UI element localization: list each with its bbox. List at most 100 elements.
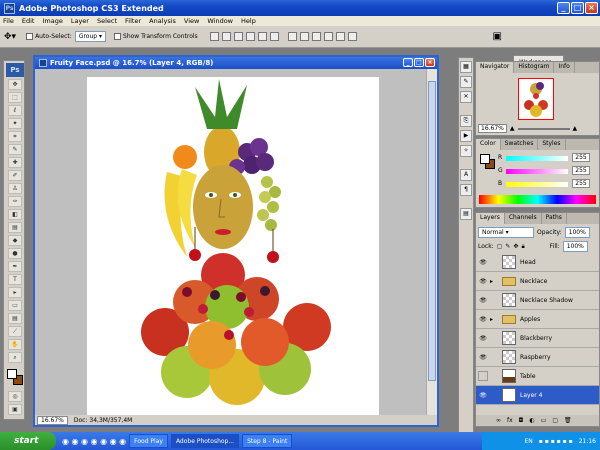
color-spectrum-bar[interactable] bbox=[479, 195, 596, 204]
lasso-tool-icon[interactable]: ℓ bbox=[8, 105, 22, 116]
canvas[interactable] bbox=[87, 77, 379, 417]
menu-select[interactable]: Select bbox=[97, 17, 117, 25]
menu-image[interactable]: Image bbox=[42, 17, 62, 25]
tab-histogram[interactable]: Histogram bbox=[514, 62, 555, 73]
history-panel-icon[interactable]: ⎘ bbox=[460, 115, 472, 127]
eye-icon[interactable]: 👁︎ bbox=[476, 278, 490, 285]
gradient-tool-icon[interactable]: ▤ bbox=[8, 222, 22, 233]
quicklaunch-icon[interactable]: ◉ ◉ ◉ ◉ ◉ ◉ ◉ bbox=[62, 437, 126, 446]
zoom-out-icon[interactable]: ▲ bbox=[510, 125, 515, 132]
tab-swatches[interactable]: Swatches bbox=[501, 139, 539, 150]
minimize-button[interactable]: _ bbox=[557, 2, 570, 14]
tab-paths[interactable]: Paths bbox=[542, 213, 567, 224]
opacity-field[interactable]: 100% bbox=[564, 227, 590, 238]
distribute-left-icon[interactable] bbox=[323, 32, 333, 41]
auto-select-dropdown[interactable]: Group ▾ bbox=[74, 31, 107, 42]
blur-tool-icon[interactable]: ◆ bbox=[8, 235, 22, 246]
move-tool-icon[interactable]: ✥▾ bbox=[4, 32, 16, 42]
layer-row-necklace-shadow[interactable]: 👁︎ Necklace Shadow bbox=[476, 291, 599, 310]
doc-size-info[interactable]: Doc: 34,3M/357,4M bbox=[74, 417, 132, 424]
layer-row-raspberry[interactable]: 👁︎ Raspberry bbox=[476, 348, 599, 367]
type-tool-icon[interactable]: T bbox=[8, 274, 22, 285]
expand-arrow-icon[interactable]: ▸ bbox=[490, 278, 498, 285]
adjustment-layer-icon[interactable]: ◐ bbox=[529, 417, 534, 424]
channel-r-slider[interactable] bbox=[506, 156, 568, 161]
zoom-in-icon[interactable]: ▲ bbox=[573, 125, 578, 132]
distribute-hcenter-icon[interactable] bbox=[335, 32, 345, 41]
color-swatches[interactable] bbox=[5, 367, 25, 387]
layer-row-layer-4[interactable]: 👁︎ Layer 4 bbox=[476, 386, 599, 405]
align-right-icon[interactable] bbox=[269, 32, 279, 41]
expand-arrow-icon[interactable]: ▸ bbox=[490, 316, 498, 323]
character-panel-icon[interactable]: A bbox=[460, 169, 472, 181]
tab-info[interactable]: Info bbox=[554, 62, 575, 73]
eye-icon[interactable]: 👁︎ bbox=[476, 354, 490, 361]
channel-r-value[interactable]: 255 bbox=[572, 153, 590, 162]
clone-stamp-tool-icon[interactable]: ♙ bbox=[8, 183, 22, 194]
doc-minimize-button[interactable]: _ bbox=[403, 58, 413, 67]
task-food-play[interactable]: Food Play bbox=[129, 434, 168, 448]
screen-mode-icon[interactable]: ▣ bbox=[8, 404, 22, 415]
distribute-right-icon[interactable] bbox=[347, 32, 357, 41]
tab-channels[interactable]: Channels bbox=[505, 213, 542, 224]
close-button[interactable]: × bbox=[585, 2, 598, 14]
fill-field[interactable]: 100% bbox=[562, 241, 588, 252]
eye-icon[interactable]: 👁︎ bbox=[476, 316, 490, 323]
marquee-tool-icon[interactable]: ⬚ bbox=[8, 92, 22, 103]
layer-row-table[interactable]: Table bbox=[476, 367, 599, 386]
tool-presets-panel-icon[interactable]: ✎ bbox=[460, 76, 472, 88]
navigator-zoom-field[interactable]: 16.67% bbox=[478, 124, 507, 133]
tab-styles[interactable]: Styles bbox=[538, 139, 566, 150]
actions-panel-icon[interactable]: ▶ bbox=[460, 130, 472, 142]
shape-tool-icon[interactable]: ▭ bbox=[8, 300, 22, 311]
lock-transparent-icon[interactable]: ▢ bbox=[497, 243, 503, 250]
menu-edit[interactable]: Edit bbox=[22, 17, 35, 25]
layer-row-blackberry[interactable]: 👁︎ Blackberry bbox=[476, 329, 599, 348]
move-tool-icon[interactable]: ✥ bbox=[8, 79, 22, 90]
align-bottom-icon[interactable] bbox=[233, 32, 243, 41]
maximize-button[interactable]: □ bbox=[571, 2, 584, 14]
layer-mask-icon[interactable]: ◘ bbox=[519, 417, 524, 424]
hand-tool-icon[interactable]: ✋ bbox=[8, 339, 22, 350]
distribute-top-icon[interactable] bbox=[287, 32, 297, 41]
layer-style-icon[interactable]: fx bbox=[507, 417, 513, 424]
lock-all-icon[interactable]: 🔒︎ bbox=[521, 243, 524, 251]
channel-g-value[interactable]: 255 bbox=[572, 166, 590, 175]
crop-tool-icon[interactable]: ⌗ bbox=[8, 131, 22, 142]
doc-close-button[interactable]: × bbox=[425, 58, 435, 67]
eye-icon[interactable]: 👁︎ bbox=[476, 335, 490, 342]
vertical-scrollbar[interactable] bbox=[426, 69, 437, 417]
task-paint[interactable]: Step 8 - Paint bbox=[242, 434, 293, 448]
panel-fg-swatch[interactable] bbox=[480, 154, 490, 164]
link-layers-icon[interactable]: ∞ bbox=[496, 417, 501, 424]
zoom-level-field[interactable]: 16.67% bbox=[37, 415, 68, 425]
align-left-icon[interactable] bbox=[245, 32, 255, 41]
info-panel-icon[interactable]: ✧ bbox=[460, 145, 472, 157]
bridge-icon[interactable]: ▣ bbox=[493, 31, 502, 42]
zoom-slider[interactable] bbox=[517, 127, 570, 130]
menu-layer[interactable]: Layer bbox=[71, 17, 89, 25]
tab-navigator[interactable]: Navigator bbox=[476, 62, 515, 73]
layer-comps-panel-icon[interactable]: ✕ bbox=[460, 91, 472, 103]
dodge-tool-icon[interactable]: ● bbox=[8, 248, 22, 259]
distribute-bottom-icon[interactable] bbox=[311, 32, 321, 41]
tab-layers[interactable]: Layers bbox=[476, 213, 505, 224]
tab-color[interactable]: Color bbox=[476, 139, 501, 150]
notes-tool-icon[interactable]: ▤ bbox=[8, 313, 22, 324]
scroll-thumb[interactable] bbox=[428, 81, 436, 381]
channel-b-value[interactable]: 255 bbox=[572, 179, 590, 188]
menu-file[interactable]: File bbox=[3, 17, 14, 25]
eraser-tool-icon[interactable]: ◧ bbox=[8, 209, 22, 220]
delete-layer-icon[interactable]: 🗑︎ bbox=[564, 417, 572, 424]
menu-filter[interactable]: Filter bbox=[125, 17, 141, 25]
channel-g-slider[interactable] bbox=[506, 169, 568, 174]
layer-row-necklace[interactable]: 👁︎ ▸ Necklace bbox=[476, 272, 599, 291]
canvas-area[interactable] bbox=[35, 69, 428, 417]
brush-tool-icon[interactable]: ✐ bbox=[8, 170, 22, 181]
lock-position-icon[interactable]: ✥ bbox=[513, 243, 518, 250]
align-top-icon[interactable] bbox=[209, 32, 219, 41]
blend-mode-dropdown[interactable]: Normal ▾ bbox=[478, 227, 534, 238]
lock-image-icon[interactable]: ✎ bbox=[505, 243, 510, 250]
doc-maximize-button[interactable]: □ bbox=[414, 58, 424, 67]
foreground-color-swatch[interactable] bbox=[7, 369, 17, 379]
